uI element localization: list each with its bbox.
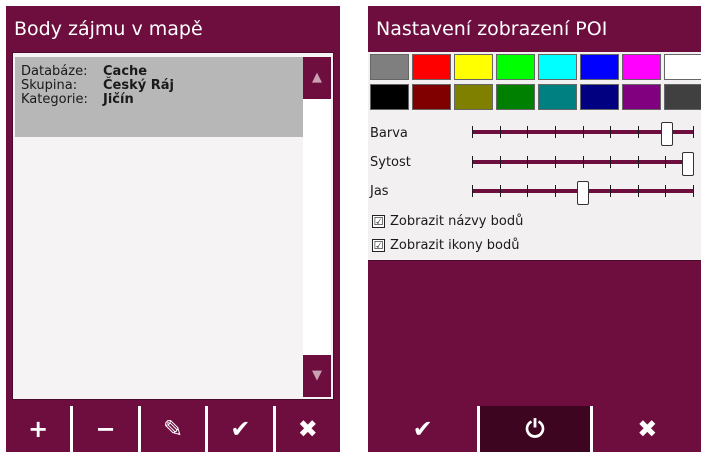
slider-tick (500, 126, 501, 138)
slider-tick (610, 126, 611, 138)
minus-icon: − (95, 415, 116, 443)
database-value: Cache (103, 64, 148, 79)
color-swatch[interactable] (580, 84, 619, 110)
power-icon: ⏻ (525, 415, 545, 443)
color-swatch[interactable] (370, 54, 409, 80)
color-swatch[interactable] (496, 84, 535, 110)
close-button[interactable]: ✖ (275, 406, 341, 452)
poi-list-panel: Body zájmu v mapě Databáze: Cache Skupin… (6, 6, 341, 452)
poi-settings-panel: Nastavení zobrazení POI Barva Sytost Jas… (368, 6, 701, 452)
poi-settings-toolbar: ✔ ⏻ ✖ (368, 406, 701, 452)
slider-tick (555, 156, 556, 168)
settings-empty-area (368, 260, 701, 406)
close-icon: ✖ (637, 415, 658, 443)
slider-tick (610, 156, 611, 168)
color-swatch[interactable] (412, 84, 451, 110)
brightness-slider[interactable] (472, 181, 694, 205)
pencil-icon: ✎ (162, 415, 184, 443)
color-swatch[interactable] (538, 84, 577, 110)
ok-button[interactable]: ✔ (368, 406, 478, 452)
group-label: Skupina: (21, 78, 78, 93)
color-palette (370, 54, 701, 110)
list-row-group: Skupina: Český Ráj (21, 79, 303, 93)
group-value: Český Ráj (103, 78, 174, 93)
poi-settings-title: Nastavení zobrazení POI (368, 6, 701, 52)
slider-tick (693, 185, 694, 197)
add-button[interactable]: + (6, 406, 71, 452)
list-row-category: Kategorie: Jičín (21, 93, 303, 107)
color-swatch[interactable] (664, 54, 701, 80)
power-button[interactable]: ⏻ (480, 406, 590, 452)
slider-tick (527, 126, 528, 138)
ok-button[interactable]: ✔ (208, 406, 273, 452)
color-swatch[interactable] (622, 84, 661, 110)
edit-button[interactable]: ✎ (140, 406, 206, 452)
show-icons-checkbox[interactable]: ☑ (372, 239, 385, 252)
color-swatch[interactable] (580, 54, 619, 80)
close-button[interactable]: ✖ (592, 406, 701, 452)
show-icons-option[interactable]: ☑ Zobrazit ikony bodů (372, 238, 519, 253)
slider-tick (527, 156, 528, 168)
show-icons-label: Zobrazit ikony bodů (390, 238, 520, 253)
scroll-down-icon[interactable]: ▼ (303, 355, 331, 397)
show-names-option[interactable]: ☑ Zobrazit názvy bodů (372, 214, 523, 229)
scroll-up-icon[interactable]: ▲ (303, 57, 331, 99)
category-value: Jičín (103, 92, 134, 107)
slider-tick (665, 185, 666, 197)
slider-tick (583, 156, 584, 168)
hue-label: Barva (370, 126, 408, 141)
poi-settings-content: Barva Sytost Jas ☑ Zobrazit názvy bodů ☑… (368, 52, 701, 260)
slider-tick (472, 185, 473, 197)
color-swatch[interactable] (538, 54, 577, 80)
slider-tick (638, 126, 639, 138)
show-names-label: Zobrazit názvy bodů (390, 214, 524, 229)
slider-tick (555, 126, 556, 138)
poi-list-title: Body zájmu v mapě (6, 6, 340, 52)
category-label: Kategorie: (21, 92, 88, 107)
saturation-label: Sytost (370, 155, 411, 170)
slider-tick (610, 185, 611, 197)
color-swatch[interactable] (496, 54, 535, 80)
database-label: Databáze: (21, 64, 88, 79)
poi-list: Databáze: Cache Skupina: Český Ráj Kateg… (12, 52, 334, 400)
slider-tick (693, 126, 694, 138)
slider-tick (665, 156, 666, 168)
slider-tick (527, 185, 528, 197)
hue-slider[interactable] (472, 122, 694, 146)
color-swatch[interactable] (664, 84, 701, 110)
brightness-label: Jas (370, 184, 389, 199)
slider-tick (638, 185, 639, 197)
color-swatch[interactable] (412, 54, 451, 80)
brightness-slider-thumb[interactable] (577, 181, 589, 205)
list-scrollbar[interactable]: ▲ ▼ (303, 57, 331, 397)
show-names-checkbox[interactable]: ☑ (372, 215, 385, 228)
poi-list-toolbar: + − ✎ ✔ ✖ (6, 406, 341, 452)
slider-tick (638, 156, 639, 168)
checkmark-icon: ✔ (230, 415, 251, 443)
saturation-slider[interactable] (472, 152, 694, 176)
hue-slider-thumb[interactable] (661, 122, 673, 146)
list-row-database: Databáze: Cache (21, 65, 303, 79)
color-swatch[interactable] (454, 54, 493, 80)
slider-tick (472, 156, 473, 168)
saturation-slider-thumb[interactable] (682, 152, 694, 176)
slider-tick (500, 156, 501, 168)
slider-tick (555, 185, 556, 197)
slider-tick (472, 126, 473, 138)
color-swatch[interactable] (622, 54, 661, 80)
plus-icon: + (28, 415, 49, 443)
slider-tick (500, 185, 501, 197)
color-swatch[interactable] (370, 84, 409, 110)
slider-tick (583, 126, 584, 138)
close-icon: ✖ (297, 415, 318, 443)
color-swatch[interactable] (454, 84, 493, 110)
checkmark-icon: ✔ (412, 415, 433, 443)
list-item[interactable]: Databáze: Cache Skupina: Český Ráj Kateg… (15, 57, 303, 137)
remove-button[interactable]: − (73, 406, 138, 452)
